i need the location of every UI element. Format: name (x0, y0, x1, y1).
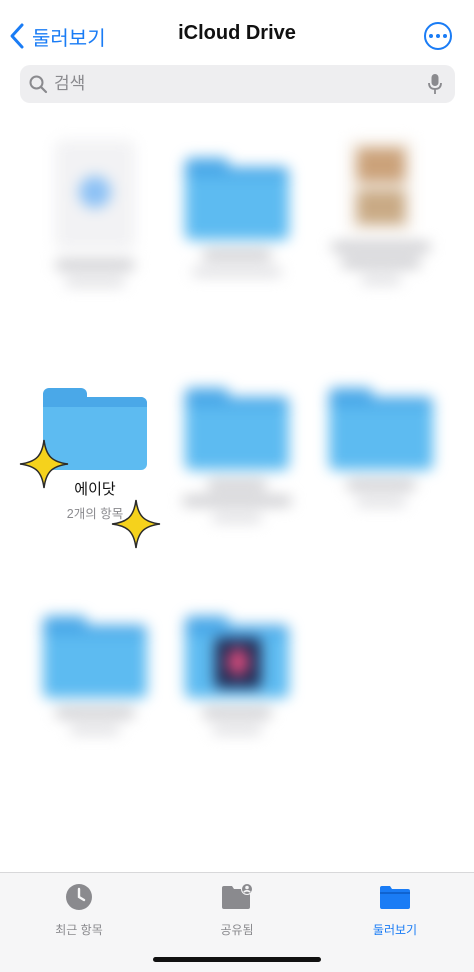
folder-icon (329, 388, 433, 470)
sparkle-icon (111, 499, 161, 549)
tab-label: 둘러보기 (372, 923, 418, 937)
shared-folder-icon (222, 883, 253, 909)
folder-artwork-thumbnail (215, 638, 261, 688)
file-name-line2 (341, 258, 421, 268)
tab-label: 최근 항목 (55, 923, 103, 937)
tab-recents[interactable]: 최근 항목 (9, 883, 149, 938)
magnifier-icon (29, 75, 48, 94)
ellipsis-dot (436, 34, 440, 38)
folder-name (207, 480, 267, 490)
file-item-document[interactable] (30, 140, 160, 286)
search-input[interactable] (54, 74, 427, 94)
folder-subtitle (212, 726, 262, 734)
folder-item[interactable] (30, 616, 160, 734)
clock-icon (66, 884, 92, 910)
search-bar[interactable] (20, 65, 455, 103)
folder-icon (380, 886, 410, 909)
photo-thumbnail (349, 140, 413, 232)
ellipsis-circle-icon (429, 34, 433, 38)
tab-browse[interactable]: 둘러보기 (325, 883, 465, 938)
file-subtitle (65, 278, 125, 286)
folder-name (202, 250, 272, 260)
folder-icon (185, 616, 289, 698)
folder-item-artwork[interactable] (172, 616, 302, 734)
folder-item[interactable] (172, 158, 302, 276)
folder-name: 에이닷 (74, 481, 116, 498)
file-name (55, 260, 135, 270)
folder-item[interactable] (172, 388, 302, 522)
ellipsis-dot (443, 34, 447, 38)
folder-icon (185, 388, 289, 470)
folder-name (346, 480, 416, 490)
more-options-button[interactable] (424, 22, 452, 50)
folder-subtitle (70, 726, 120, 734)
folder-subtitle (356, 498, 406, 506)
folder-subtitle (212, 514, 262, 522)
page-title: iCloud Drive (178, 22, 296, 44)
folder-name (55, 708, 135, 718)
folder-name (202, 708, 272, 718)
folder-icon (185, 158, 289, 240)
folder-item[interactable] (316, 388, 446, 506)
tab-label: 공유됨 (220, 923, 254, 937)
sparkle-icon (19, 439, 69, 489)
file-name (331, 242, 431, 252)
file-item-photo[interactable] (316, 140, 446, 284)
navigation-bar: 둘러보기 iCloud Drive (0, 0, 474, 64)
folder-icon (43, 616, 147, 698)
tab-shared[interactable]: 공유됨 (167, 883, 307, 938)
folder-name-line2 (182, 496, 292, 506)
folder-subtitle (192, 268, 282, 276)
document-thumbnail (55, 140, 135, 250)
microphone-icon[interactable] (427, 73, 443, 95)
home-indicator[interactable] (153, 957, 321, 962)
file-subtitle (361, 276, 401, 284)
